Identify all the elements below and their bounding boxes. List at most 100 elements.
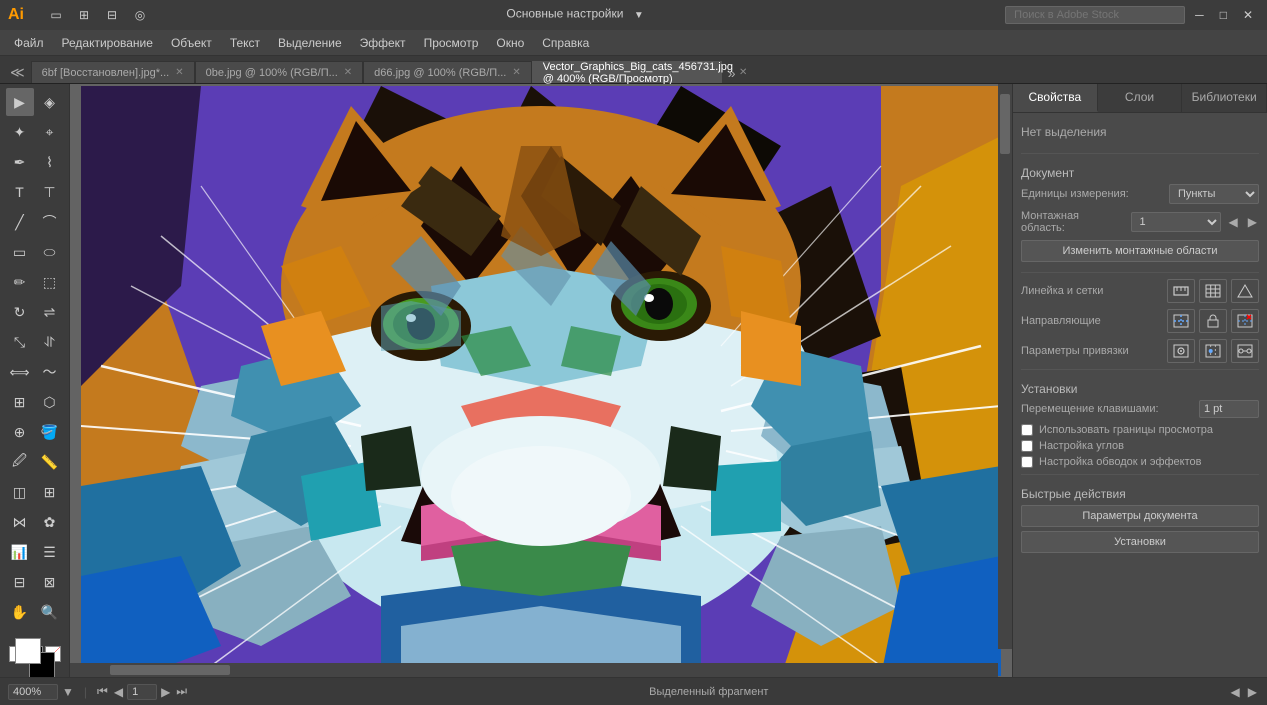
magic-wand-tool[interactable]: ✦: [6, 118, 34, 146]
scroll-left[interactable]: ◀: [1229, 685, 1242, 699]
use-view-bounds-checkbox[interactable]: [1021, 424, 1033, 436]
tab-3-close[interactable]: ✕: [512, 67, 520, 78]
zoom-tool[interactable]: 🔍: [36, 598, 64, 626]
line-tool[interactable]: ╱: [6, 208, 34, 236]
page-prev[interactable]: ◀: [112, 685, 125, 699]
clear-guides-btn[interactable]: [1231, 309, 1259, 333]
stock-search-input[interactable]: [1005, 6, 1185, 24]
tab-1[interactable]: 6bf [Восстановлен].jpg*... ✕: [31, 61, 195, 83]
tab-4[interactable]: Vector_Graphics_Big_cats_456731.jpg @ 40…: [532, 61, 722, 83]
bar-graph-tool[interactable]: ☰: [36, 538, 64, 566]
snap-to-point-btn[interactable]: [1167, 339, 1195, 363]
close-button[interactable]: ✕: [1237, 6, 1259, 24]
tab-properties[interactable]: Свойства: [1013, 84, 1098, 112]
zoom-dropdown[interactable]: ▼: [60, 685, 76, 699]
lasso-tool[interactable]: ⌖: [36, 118, 64, 146]
free-transform-tool[interactable]: ⊞: [6, 388, 34, 416]
page-next[interactable]: ▶: [159, 685, 172, 699]
direct-selection-tool[interactable]: ◈: [36, 88, 64, 116]
doc-settings-button[interactable]: Параметры документа: [1021, 505, 1259, 527]
keyboard-move-input[interactable]: [1199, 400, 1259, 418]
h-scrollbar-thumb[interactable]: [110, 665, 230, 675]
maximize-button[interactable]: □: [1214, 6, 1233, 24]
menu-effect[interactable]: Эффект: [352, 33, 414, 53]
measure-tool[interactable]: 📏: [36, 448, 64, 476]
page-last[interactable]: ⏭: [174, 684, 189, 699]
selection-tool[interactable]: ▶: [6, 88, 34, 116]
column-graph-tool[interactable]: 📊: [6, 538, 34, 566]
tab-1-close[interactable]: ✕: [175, 67, 183, 78]
minimize-button[interactable]: ─: [1189, 6, 1210, 24]
arrange-button[interactable]: ⊞: [72, 3, 96, 27]
snap-to-grid-btn[interactable]: [1199, 339, 1227, 363]
menu-object[interactable]: Объект: [163, 33, 220, 53]
tab-layers[interactable]: Слои: [1098, 84, 1183, 112]
bridge-button[interactable]: ◎: [128, 3, 152, 27]
page-first[interactable]: ⏮: [95, 684, 110, 699]
tab-overflow-left[interactable]: ≪: [4, 62, 31, 83]
pen-tool[interactable]: ✒: [6, 148, 34, 176]
blob-brush-tool[interactable]: ⬚: [36, 268, 64, 296]
menu-view[interactable]: Просмотр: [416, 33, 487, 53]
live-paint-tool[interactable]: 🪣: [36, 418, 64, 446]
menu-select[interactable]: Выделение: [270, 33, 350, 53]
tab-2[interactable]: 0be.jpg @ 100% (RGB/П... ✕: [195, 61, 364, 83]
tab-overflow-right[interactable]: »: [722, 63, 742, 83]
corner-settings-checkbox[interactable]: [1021, 440, 1033, 452]
shape-builder-tool[interactable]: ⊕: [6, 418, 34, 446]
type-tool[interactable]: T: [6, 178, 34, 206]
artwork-canvas[interactable]: [81, 86, 1001, 676]
tab-libraries[interactable]: Библиотеки: [1182, 84, 1267, 112]
snap-options-btn[interactable]: [1231, 339, 1259, 363]
mesh-tool[interactable]: ⊞: [36, 478, 64, 506]
tab-3[interactable]: d66.jpg @ 100% (RGB/П... ✕: [363, 61, 532, 83]
zoom-input[interactable]: [8, 684, 58, 700]
arc-tool[interactable]: ⌒: [36, 208, 64, 236]
new-button[interactable]: ▭: [44, 3, 68, 27]
horizontal-scrollbar[interactable]: [70, 663, 998, 677]
ruler-icon-btn[interactable]: [1167, 279, 1195, 303]
v-scrollbar-thumb[interactable]: [1000, 94, 1010, 154]
menu-help[interactable]: Справка: [534, 33, 597, 53]
tab-2-close[interactable]: ✕: [344, 67, 352, 78]
slice-tool[interactable]: ⊠: [36, 568, 64, 596]
artboard-prev[interactable]: ◀: [1227, 215, 1240, 229]
rotate-tool[interactable]: ↻: [6, 298, 34, 326]
show-guides-btn[interactable]: [1167, 309, 1195, 333]
preferences-button[interactable]: Установки: [1021, 531, 1259, 553]
reflect-tool[interactable]: ⇌: [36, 298, 64, 326]
grid-icon-btn[interactable]: [1199, 279, 1227, 303]
menu-text[interactable]: Текст: [222, 33, 268, 53]
menu-edit[interactable]: Редактирование: [54, 33, 161, 53]
scroll-right[interactable]: ▶: [1246, 685, 1259, 699]
lock-guides-btn[interactable]: [1199, 309, 1227, 333]
isometric-grid-btn[interactable]: [1231, 279, 1259, 303]
foreground-color[interactable]: [15, 638, 41, 664]
hand-tool[interactable]: ✋: [6, 598, 34, 626]
rectangle-tool[interactable]: ▭: [6, 238, 34, 266]
gradient-tool[interactable]: ◫: [6, 478, 34, 506]
curvature-tool[interactable]: ⌇: [36, 148, 64, 176]
workspace-button[interactable]: ⊟: [100, 3, 124, 27]
symbol-sprayer-tool[interactable]: ✿: [36, 508, 64, 536]
vertical-scrollbar[interactable]: [998, 84, 1012, 649]
artboard-next[interactable]: ▶: [1246, 215, 1259, 229]
artboard-tool[interactable]: ⊟: [6, 568, 34, 596]
width-tool[interactable]: ⟺: [6, 358, 34, 386]
change-artboard-button[interactable]: Изменить монтажные области: [1021, 240, 1259, 262]
type-vertical-tool[interactable]: ⊤: [36, 178, 64, 206]
shear-tool[interactable]: ⥯: [36, 328, 64, 356]
perspective-tool[interactable]: ⬡: [36, 388, 64, 416]
paintbrush-tool[interactable]: ✏: [6, 268, 34, 296]
artboard-select[interactable]: 1: [1131, 212, 1221, 232]
stroke-effects-checkbox[interactable]: [1021, 456, 1033, 468]
units-select[interactable]: Пункты: [1169, 184, 1259, 204]
scale-tool[interactable]: ⤡: [6, 328, 34, 356]
menu-window[interactable]: Окно: [488, 33, 532, 53]
ellipse-tool[interactable]: ⬭: [36, 238, 64, 266]
page-input[interactable]: [127, 684, 157, 700]
menu-file[interactable]: Файл: [6, 33, 52, 53]
workspace-dropdown[interactable]: ▼: [627, 3, 651, 27]
warp-tool[interactable]: 〜: [36, 358, 64, 386]
eyedropper-tool[interactable]: 🖉: [6, 448, 34, 476]
